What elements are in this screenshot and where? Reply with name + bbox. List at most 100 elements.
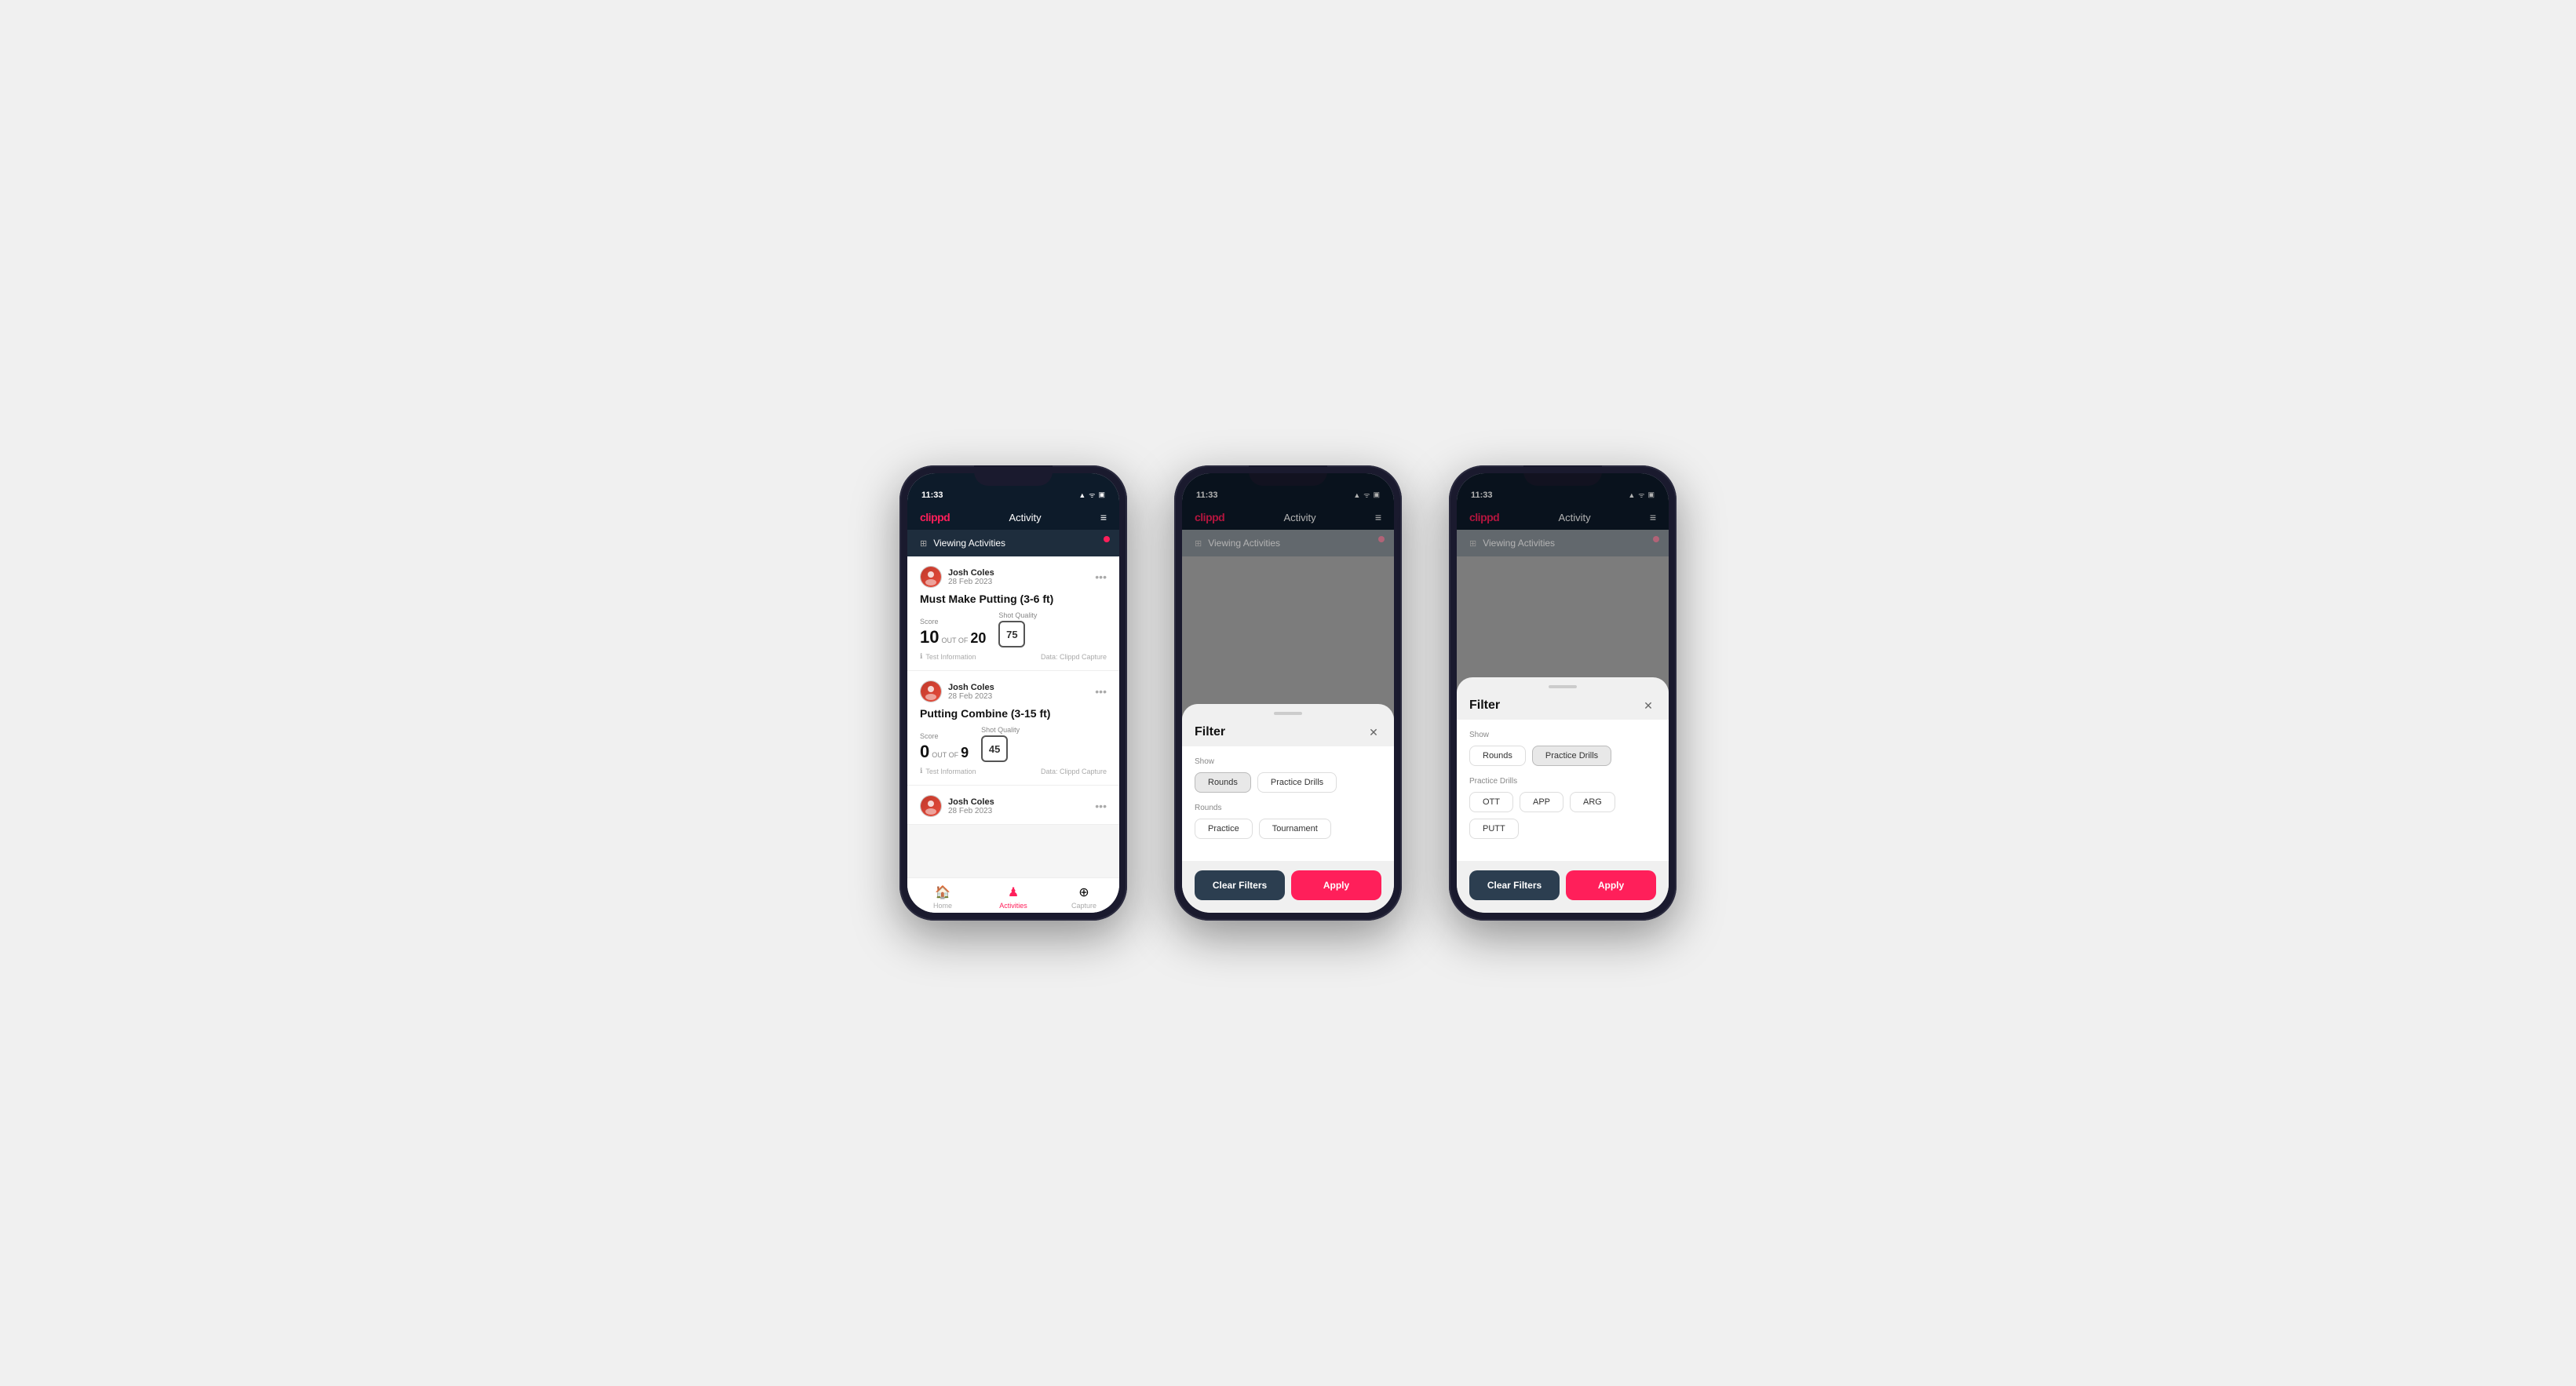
filter-actions-3: Clear Filters Apply <box>1457 861 1669 913</box>
rounds-tab-2[interactable]: Rounds <box>1195 772 1251 793</box>
logo-1: clippd <box>920 511 950 523</box>
clear-filters-btn-2[interactable]: Clear Filters <box>1195 870 1285 900</box>
battery-icon: ▣ <box>1098 491 1105 499</box>
filter-overlay-2: Filter ✕ Show Rounds Practice Drills Rou… <box>1182 473 1394 913</box>
activity-content-1: Josh Coles 28 Feb 2023 ••• Must Make Put… <box>907 556 1119 877</box>
home-label-1: Home <box>933 902 952 910</box>
filter-close-3[interactable]: ✕ <box>1640 698 1656 713</box>
score-label-2: Score <box>920 732 969 740</box>
notch-1 <box>974 465 1053 486</box>
card-footer-2: ℹ Test Information Data: Clippd Capture <box>920 767 1107 775</box>
sq-label-1: Shot Quality <box>998 611 1037 619</box>
wifi-icon: ᯤ <box>1089 490 1095 500</box>
rounds-buttons-2: Practice Tournament <box>1195 819 1381 839</box>
practice-btn-2[interactable]: Practice <box>1195 819 1253 839</box>
nav-home-1[interactable]: 🏠 Home <box>907 884 978 910</box>
user-name-3: Josh Coles <box>948 797 994 807</box>
filter-title-3: Filter <box>1469 698 1500 713</box>
card-header-1: Josh Coles 28 Feb 2023 ••• <box>920 566 1107 588</box>
avatar-2 <box>920 680 942 702</box>
tournament-btn-2[interactable]: Tournament <box>1259 819 1331 839</box>
filter-sheet-3: Filter ✕ Show Rounds Practice Drills Pra… <box>1457 677 1669 913</box>
sq-stat-2: Shot Quality 45 <box>981 726 1020 762</box>
rounds-tab-3[interactable]: Rounds <box>1469 746 1526 766</box>
clear-filters-btn-3[interactable]: Clear Filters <box>1469 870 1560 900</box>
activities-label-1: Activities <box>999 902 1027 910</box>
phones-container: 11:33 ▲ ᯤ ▣ clippd Activity ≡ ⊞ Viewing … <box>899 465 1677 921</box>
data-source-1: Data: Clippd Capture <box>1041 653 1107 661</box>
activities-icon-1: ♟ <box>1008 884 1019 900</box>
show-label-2: Show <box>1195 757 1381 766</box>
outof-value-1: 20 <box>970 630 986 647</box>
filter-actions-2: Clear Filters Apply <box>1182 861 1394 913</box>
screen-2: 11:33 ▲ ᯤ ▣ clippd Activity ≡ ⊞ Viewing … <box>1182 473 1394 913</box>
avatar-3 <box>920 795 942 817</box>
test-info-2: ℹ Test Information <box>920 767 976 775</box>
rounds-section-label-2: Rounds <box>1195 804 1381 812</box>
outof-value-2: 9 <box>961 745 969 761</box>
nav-capture-1[interactable]: ⊕ Capture <box>1049 884 1119 910</box>
dots-menu-3[interactable]: ••• <box>1095 800 1107 812</box>
filter-icon-1: ⊞ <box>920 538 927 549</box>
outof-label-1: OUT OF <box>941 636 968 644</box>
practice-drills-tab-3[interactable]: Practice Drills <box>1532 746 1611 766</box>
user-date-2: 28 Feb 2023 <box>948 692 994 701</box>
dots-menu-1[interactable]: ••• <box>1095 571 1107 583</box>
show-buttons-3: Rounds Practice Drills <box>1469 746 1656 766</box>
practice-drill-buttons-3: OTT APP ARG PUTT <box>1469 792 1656 839</box>
menu-icon-1[interactable]: ≡ <box>1100 511 1107 523</box>
arg-btn-3[interactable]: ARG <box>1570 792 1615 812</box>
filter-header-3: Filter ✕ <box>1457 688 1669 720</box>
activity-card-2: Josh Coles 28 Feb 2023 ••• Putting Combi… <box>907 671 1119 786</box>
user-name-2: Josh Coles <box>948 683 994 692</box>
ott-btn-3[interactable]: OTT <box>1469 792 1513 812</box>
nav-activities-1[interactable]: ♟ Activities <box>978 884 1049 910</box>
putt-btn-3[interactable]: PUTT <box>1469 819 1519 839</box>
card-title-2: Putting Combine (3-15 ft) <box>920 707 1107 720</box>
dots-menu-2[interactable]: ••• <box>1095 685 1107 698</box>
viewing-text-1: Viewing Activities <box>933 538 1005 549</box>
info-icon-2: ℹ <box>920 767 922 775</box>
viewing-banner-1[interactable]: ⊞ Viewing Activities <box>907 530 1119 556</box>
card-stats-1: Score 10 OUT OF 20 Shot Quality 75 <box>920 611 1107 647</box>
card-title-1: Must Make Putting (3-6 ft) <box>920 593 1107 605</box>
test-info-1: ℹ Test Information <box>920 652 976 661</box>
user-info-1: Josh Coles 28 Feb 2023 <box>948 568 994 586</box>
screen-1: 11:33 ▲ ᯤ ▣ clippd Activity ≡ ⊞ Viewing … <box>907 473 1119 913</box>
card-header-3: Josh Coles 28 Feb 2023 ••• <box>920 795 1107 817</box>
data-source-2: Data: Clippd Capture <box>1041 768 1107 775</box>
banner-dot-1 <box>1104 536 1110 542</box>
avatar-img-1 <box>921 567 941 587</box>
sq-badge-2: 45 <box>981 735 1008 762</box>
card-stats-2: Score 0 OUT OF 9 Shot Quality 45 <box>920 726 1107 762</box>
user-info-2: Josh Coles 28 Feb 2023 <box>948 683 994 701</box>
info-icon-1: ℹ <box>920 652 922 661</box>
card-user-1: Josh Coles 28 Feb 2023 <box>920 566 994 588</box>
sq-label-2: Shot Quality <box>981 726 1020 734</box>
filter-close-2[interactable]: ✕ <box>1366 724 1381 740</box>
app-btn-3[interactable]: APP <box>1520 792 1563 812</box>
card-user-2: Josh Coles 28 Feb 2023 <box>920 680 994 702</box>
practice-section-label-3: Practice Drills <box>1469 777 1656 786</box>
capture-label-1: Capture <box>1071 902 1096 910</box>
filter-title-2: Filter <box>1195 725 1225 739</box>
apply-btn-3[interactable]: Apply <box>1566 870 1656 900</box>
apply-btn-2[interactable]: Apply <box>1291 870 1381 900</box>
card-user-3: Josh Coles 28 Feb 2023 <box>920 795 994 817</box>
outof-label-2: OUT OF <box>932 751 958 759</box>
avatar-img-3 <box>921 796 941 816</box>
sq-stat-1: Shot Quality 75 <box>998 611 1037 647</box>
filter-body-3: Show Rounds Practice Drills Practice Dri… <box>1457 720 1669 861</box>
sq-badge-1: 75 <box>998 621 1025 647</box>
practice-drills-tab-2[interactable]: Practice Drills <box>1257 772 1337 793</box>
user-info-3: Josh Coles 28 Feb 2023 <box>948 797 994 815</box>
activity-card-1: Josh Coles 28 Feb 2023 ••• Must Make Put… <box>907 556 1119 671</box>
screen-3: 11:33 ▲ ᯤ ▣ clippd Activity ≡ ⊞ Viewing … <box>1457 473 1669 913</box>
filter-header-2: Filter ✕ <box>1182 715 1394 746</box>
bottom-nav-1: 🏠 Home ♟ Activities ⊕ Capture <box>907 877 1119 913</box>
capture-icon-1: ⊕ <box>1078 884 1089 900</box>
user-date-3: 28 Feb 2023 <box>948 807 994 815</box>
user-date-1: 28 Feb 2023 <box>948 578 994 586</box>
score-label-1: Score <box>920 618 986 626</box>
show-label-3: Show <box>1469 731 1656 739</box>
